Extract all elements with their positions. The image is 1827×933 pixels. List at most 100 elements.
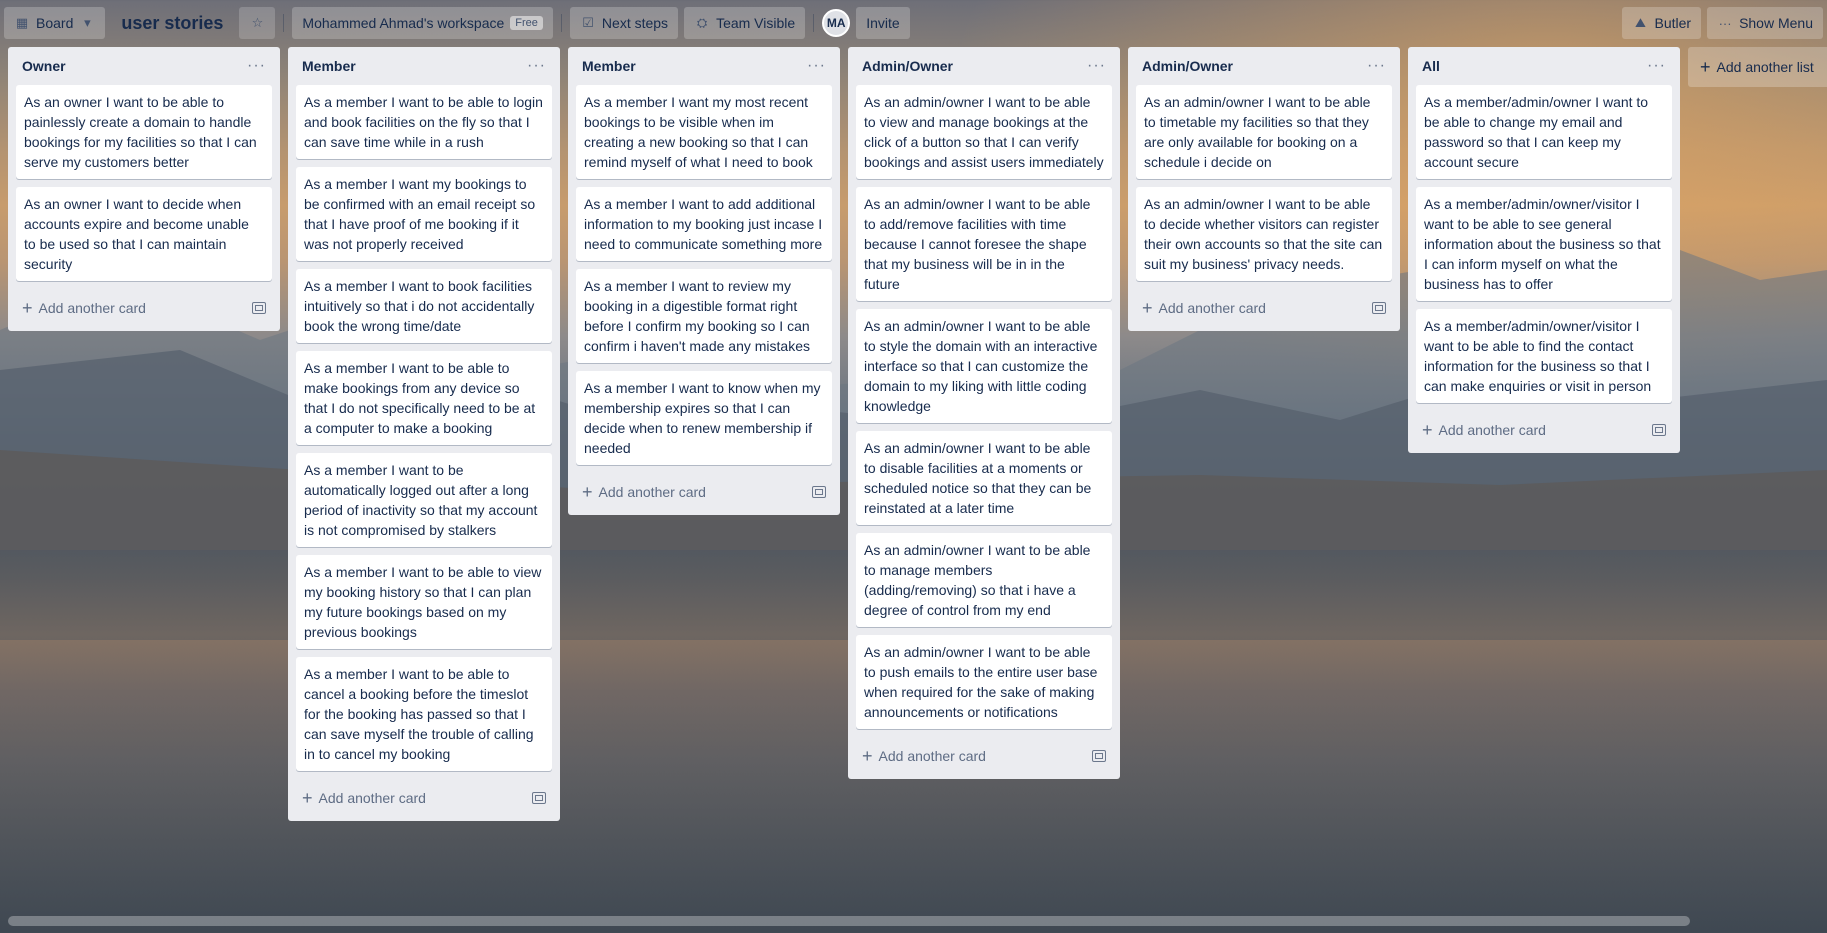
list[interactable]: Member ··· As a member I want my most rece… <box>568 47 840 515</box>
list-title[interactable]: Member <box>302 58 356 74</box>
list-title[interactable]: Owner <box>22 58 66 74</box>
card[interactable]: As a member I want to review my booking … <box>576 269 832 363</box>
add-card-label: Add another card <box>318 790 426 806</box>
card[interactable]: As a member I want to be able to view my… <box>296 555 552 649</box>
list-header: Member ··· <box>576 47 832 85</box>
card[interactable]: As a member I want to book facilities in… <box>296 269 552 343</box>
list-menu-icon[interactable]: ··· <box>1087 57 1106 75</box>
list-menu-icon[interactable]: ··· <box>1367 57 1386 75</box>
card[interactable]: As an admin/owner I want to be able to t… <box>1136 85 1392 179</box>
list-header: All ··· <box>1416 47 1672 85</box>
butler-button[interactable]: ⛰ Butler <box>1622 7 1702 39</box>
checklist-icon: ☑ <box>582 15 594 30</box>
chevron-down-icon: ▾ <box>84 15 91 30</box>
card-template-icon[interactable] <box>1372 302 1386 314</box>
list-menu-icon[interactable]: ··· <box>1647 57 1666 75</box>
board-header: ▦ Board ▾ user stories ☆ Mohammed Ahmad'… <box>0 0 1827 46</box>
header-divider <box>813 14 815 32</box>
add-list-button[interactable]: + Add another list <box>1688 47 1827 87</box>
board-switcher-button[interactable]: ▦ Board ▾ <box>4 7 106 39</box>
list-header: Owner ··· <box>16 47 272 85</box>
card[interactable]: As an admin/owner I want to be able to a… <box>856 187 1112 301</box>
list-footer: + Add another card <box>296 779 552 817</box>
card[interactable]: As an admin/owner I want to be able to s… <box>856 309 1112 423</box>
star-button[interactable]: ☆ <box>239 7 276 39</box>
plus-icon: + <box>302 788 313 808</box>
list-header: Admin/Owner ··· <box>1136 47 1392 85</box>
add-card-label: Add another card <box>878 748 986 764</box>
list[interactable]: Admin/Owner ··· As an admin/owner I want t… <box>848 47 1120 779</box>
card-template-icon[interactable] <box>1652 424 1666 436</box>
card[interactable]: As an admin/owner I want to be able to d… <box>856 431 1112 525</box>
plus-icon: + <box>1700 57 1711 77</box>
list[interactable]: Owner ··· As an owner I want to be able to… <box>8 47 280 331</box>
list-title[interactable]: Member <box>582 58 636 74</box>
team-icon: ⛭ <box>696 15 708 30</box>
add-card-button[interactable]: + Add another card <box>582 482 706 502</box>
member-avatar[interactable]: MA <box>822 9 851 37</box>
list-title[interactable]: Admin/Owner <box>1142 58 1233 74</box>
card[interactable]: As an owner I want to decide when accoun… <box>16 187 272 281</box>
butler-icon: ⛰ <box>1635 15 1646 30</box>
card[interactable]: As a member I want my most recent bookin… <box>576 85 832 179</box>
invite-button[interactable]: Invite <box>856 7 910 39</box>
plus-icon: + <box>862 746 873 766</box>
card[interactable]: As an admin/owner I want to be able to v… <box>856 85 1112 179</box>
add-card-button[interactable]: + Add another card <box>302 788 426 808</box>
header-right-group: ⛰ Butler ··· Show Menu <box>1622 7 1823 39</box>
butler-label: Butler <box>1654 15 1692 31</box>
card[interactable]: As a member I want to know when my membe… <box>576 371 832 465</box>
card[interactable]: As a member/admin/owner/visitor I want t… <box>1416 187 1672 301</box>
list-header: Admin/Owner ··· <box>856 47 1112 85</box>
plus-icon: + <box>1142 298 1153 318</box>
list[interactable]: Admin/Owner ··· As an admin/owner I want t… <box>1128 47 1400 331</box>
card[interactable]: As a member I want to be able to login a… <box>296 85 552 159</box>
add-card-label: Add another card <box>598 484 706 500</box>
plus-icon: + <box>582 482 593 502</box>
more-icon: ··· <box>1718 15 1732 31</box>
star-icon: ☆ <box>251 15 264 30</box>
card[interactable]: As an admin/owner I want to be able to m… <box>856 533 1112 627</box>
plus-icon: + <box>1422 420 1433 440</box>
card[interactable]: As a member I want my bookings to be con… <box>296 167 552 261</box>
show-menu-label: Show Menu <box>1739 15 1813 31</box>
list-footer: + Add another card <box>16 289 272 327</box>
add-card-button[interactable]: + Add another card <box>22 299 146 317</box>
list-menu-icon[interactable]: ··· <box>247 57 266 75</box>
card[interactable]: As a member I want to be able to make bo… <box>296 351 552 445</box>
visibility-label: Team Visible <box>716 15 796 31</box>
list[interactable]: Member ··· As a member I want to be able t… <box>288 47 560 821</box>
add-list-label: Add another list <box>1716 59 1814 75</box>
card[interactable]: As a member I want to add additional inf… <box>576 187 832 261</box>
workspace-button[interactable]: Mohammed Ahmad's workspace Free <box>292 7 553 39</box>
workspace-label: Mohammed Ahmad's workspace <box>302 15 505 31</box>
card-template-icon[interactable] <box>812 486 826 498</box>
list[interactable]: All ··· As a member/admin/owner I want to … <box>1408 47 1680 453</box>
add-card-button[interactable]: + Add another card <box>1142 298 1266 318</box>
list-footer: + Add another card <box>1416 411 1672 449</box>
card[interactable]: As a member/admin/owner I want to be abl… <box>1416 85 1672 179</box>
add-card-label: Add another card <box>1158 300 1266 316</box>
add-card-button[interactable]: + Add another card <box>862 746 986 766</box>
board-horizontal-scrollbar[interactable] <box>8 916 1690 926</box>
list-footer: + Add another card <box>576 473 832 511</box>
card[interactable]: As an owner I want to be able to painles… <box>16 85 272 179</box>
list-title[interactable]: All <box>1422 58 1440 74</box>
card[interactable]: As a member I want to be automatically l… <box>296 453 552 547</box>
workspace-plan-badge: Free <box>510 16 543 30</box>
add-card-button[interactable]: + Add another card <box>1422 420 1546 440</box>
card[interactable]: As an admin/owner I want to be able to d… <box>1136 187 1392 281</box>
show-menu-button[interactable]: ··· Show Menu <box>1707 7 1823 39</box>
board-title[interactable]: user stories <box>111 7 233 39</box>
visibility-button[interactable]: ⛭ Team Visible <box>684 7 806 39</box>
list-menu-icon[interactable]: ··· <box>527 57 546 75</box>
card-template-icon[interactable] <box>252 302 266 314</box>
card[interactable]: As an admin/owner I want to be able to p… <box>856 635 1112 729</box>
card[interactable]: As a member I want to be able to cancel … <box>296 657 552 771</box>
card-template-icon[interactable] <box>1092 750 1106 762</box>
card[interactable]: As a member/admin/owner/visitor I want t… <box>1416 309 1672 403</box>
next-steps-button[interactable]: ☑ Next steps <box>569 7 679 39</box>
list-menu-icon[interactable]: ··· <box>807 57 826 75</box>
list-title[interactable]: Admin/Owner <box>862 58 953 74</box>
card-template-icon[interactable] <box>532 792 546 804</box>
